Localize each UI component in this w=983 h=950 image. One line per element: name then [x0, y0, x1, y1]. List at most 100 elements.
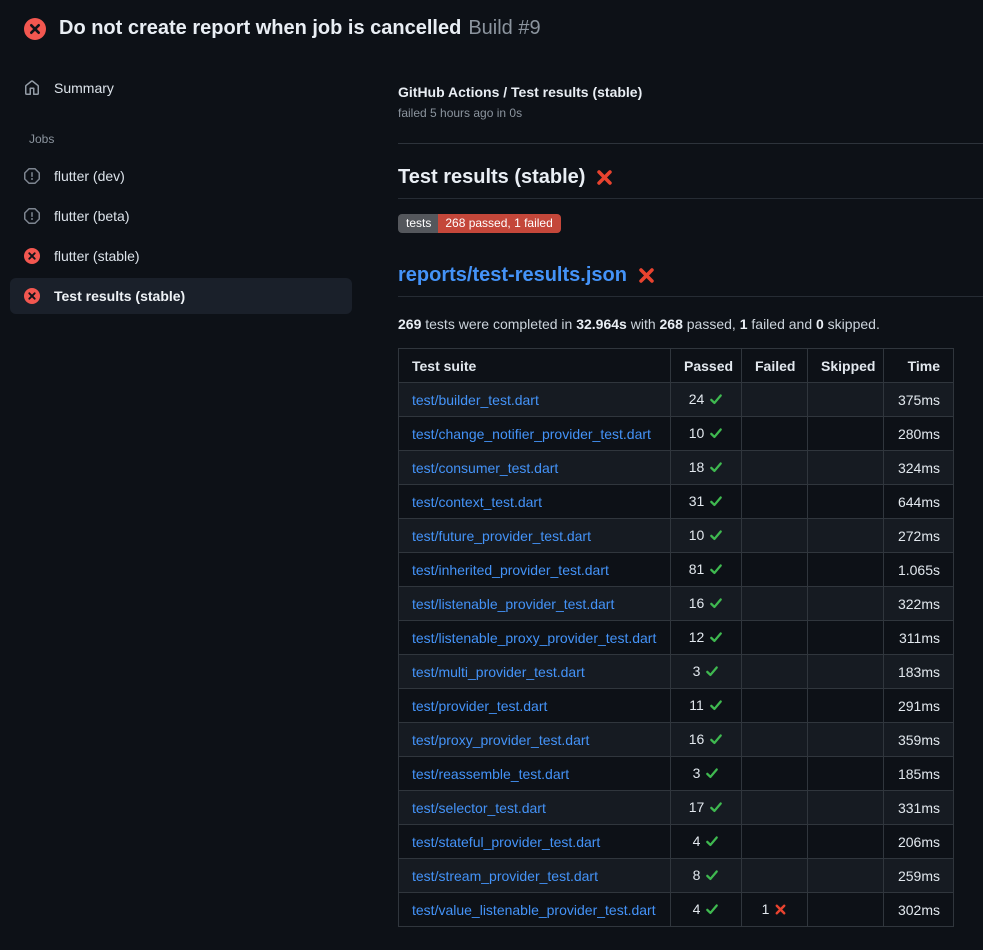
test-suite-link[interactable]: test/builder_test.dart: [412, 392, 539, 408]
test-suite-link[interactable]: test/proxy_provider_test.dart: [412, 732, 589, 748]
summary-segment: passed,: [683, 316, 740, 332]
skipped-cell: [808, 893, 884, 927]
failed-cell: [742, 383, 808, 417]
cross-mark-icon: [637, 266, 656, 285]
table-row: test/reassemble_test.dart 3 185ms: [399, 757, 954, 791]
check-title-text: Test results (stable): [398, 166, 585, 189]
section-divider: [398, 143, 983, 144]
time-cell: 375ms: [884, 383, 954, 417]
failed-cell: [742, 451, 808, 485]
failed-cell: 1: [742, 893, 808, 927]
skipped-cell: [808, 451, 884, 485]
sidebar-job-label: flutter (stable): [54, 248, 140, 264]
sidebar-job-item[interactable]: Test results (stable): [10, 278, 352, 314]
test-suite-link[interactable]: test/provider_test.dart: [412, 698, 547, 714]
failed-icon: [24, 248, 40, 264]
skipped-cell: [808, 621, 884, 655]
test-suite-link[interactable]: test/stateful_provider_test.dart: [412, 834, 600, 850]
passed-cell: 8: [671, 859, 742, 893]
sidebar-job-item[interactable]: flutter (stable): [10, 238, 352, 274]
main-content: GitHub Actions / Test results (stable) f…: [390, 54, 983, 927]
sidebar-job-item[interactable]: flutter (dev): [10, 158, 352, 194]
cross-mark-icon: [595, 168, 614, 187]
failed-cell: [742, 485, 808, 519]
check-icon: [709, 698, 723, 715]
skipped-cell: [808, 587, 884, 621]
passed-cell: 3: [671, 757, 742, 791]
failed-cell: [742, 791, 808, 825]
table-row: test/stateful_provider_test.dart 4 206ms: [399, 825, 954, 859]
skipped-cell: [808, 791, 884, 825]
time-cell: 324ms: [884, 451, 954, 485]
report-file-link[interactable]: reports/test-results.json: [398, 264, 627, 287]
test-suite-link[interactable]: test/multi_provider_test.dart: [412, 664, 585, 680]
test-suite-link[interactable]: test/listenable_provider_test.dart: [412, 596, 614, 612]
sidebar-jobs-list: flutter (dev) flutter (beta) flutter (: [10, 158, 390, 314]
test-suite-link[interactable]: test/value_listenable_provider_test.dart: [412, 902, 656, 918]
check-icon: [709, 630, 723, 647]
summary-segment: tests were completed in: [421, 316, 576, 332]
check-icon: [709, 596, 723, 613]
time-cell: 359ms: [884, 723, 954, 757]
table-row: test/builder_test.dart 24 375ms: [399, 383, 954, 417]
summary-segment: 1: [740, 316, 748, 332]
cancelled-icon: [24, 208, 40, 224]
table-row: test/listenable_provider_test.dart 16 32…: [399, 587, 954, 621]
passed-cell: 4: [671, 825, 742, 859]
sidebar-item-summary[interactable]: Summary: [10, 70, 352, 106]
failed-cell: [742, 825, 808, 859]
passed-cell: 18: [671, 451, 742, 485]
time-cell: 644ms: [884, 485, 954, 519]
check-icon: [709, 528, 723, 545]
time-cell: 1.065s: [884, 553, 954, 587]
passed-cell: 3: [671, 655, 742, 689]
test-suite-link[interactable]: test/inherited_provider_test.dart: [412, 562, 609, 578]
summary-segment: 32.964s: [576, 316, 627, 332]
sidebar-job-label: flutter (dev): [54, 168, 125, 184]
sidebar-summary-label: Summary: [54, 80, 114, 96]
test-suite-link[interactable]: test/consumer_test.dart: [412, 460, 558, 476]
skipped-cell: [808, 859, 884, 893]
badge-label: tests: [398, 214, 438, 233]
check-icon: [705, 664, 719, 681]
test-suite-link[interactable]: test/reassemble_test.dart: [412, 766, 569, 782]
time-cell: 291ms: [884, 689, 954, 723]
check-icon: [709, 800, 723, 817]
test-suite-link[interactable]: test/listenable_proxy_provider_test.dart: [412, 630, 656, 646]
time-cell: 183ms: [884, 655, 954, 689]
check-run-header: Do not create report when job is cancell…: [0, 0, 983, 54]
check-icon: [705, 766, 719, 783]
test-suite-link[interactable]: test/stream_provider_test.dart: [412, 868, 598, 884]
table-row: test/value_listenable_provider_test.dart…: [399, 893, 954, 927]
summary-segment: 268: [660, 316, 683, 332]
test-suite-link[interactable]: test/context_test.dart: [412, 494, 542, 510]
test-results-table: Test suite Passed Failed Skipped Time te…: [398, 348, 954, 927]
table-row: test/change_notifier_provider_test.dart …: [399, 417, 954, 451]
sidebar-job-item[interactable]: flutter (beta): [10, 198, 352, 234]
build-number: Build #9: [468, 17, 540, 40]
check-icon: [705, 868, 719, 885]
check-icon: [709, 392, 723, 409]
time-cell: 322ms: [884, 587, 954, 621]
failed-cell: [742, 621, 808, 655]
table-row: test/proxy_provider_test.dart 16 359ms: [399, 723, 954, 757]
skipped-cell: [808, 689, 884, 723]
passed-cell: 10: [671, 519, 742, 553]
test-suite-link[interactable]: test/future_provider_test.dart: [412, 528, 591, 544]
check-icon: [705, 834, 719, 851]
test-suite-link[interactable]: test/selector_test.dart: [412, 800, 546, 816]
home-icon: [24, 80, 40, 96]
table-row: test/stream_provider_test.dart 8 259ms: [399, 859, 954, 893]
table-row: test/selector_test.dart 17 331ms: [399, 791, 954, 825]
summary-segment: 0: [816, 316, 824, 332]
time-cell: 272ms: [884, 519, 954, 553]
table-row: test/provider_test.dart 11 291ms: [399, 689, 954, 723]
test-suite-link[interactable]: test/change_notifier_provider_test.dart: [412, 426, 651, 442]
summary-line: 269 tests were completed in 32.964s with…: [398, 316, 983, 332]
table-row: test/consumer_test.dart 18 324ms: [399, 451, 954, 485]
skipped-cell: [808, 553, 884, 587]
failed-cell: [742, 519, 808, 553]
table-row: test/inherited_provider_test.dart 81 1.0…: [399, 553, 954, 587]
table-row: test/future_provider_test.dart 10 272ms: [399, 519, 954, 553]
column-header-test-suite: Test suite: [399, 349, 671, 383]
